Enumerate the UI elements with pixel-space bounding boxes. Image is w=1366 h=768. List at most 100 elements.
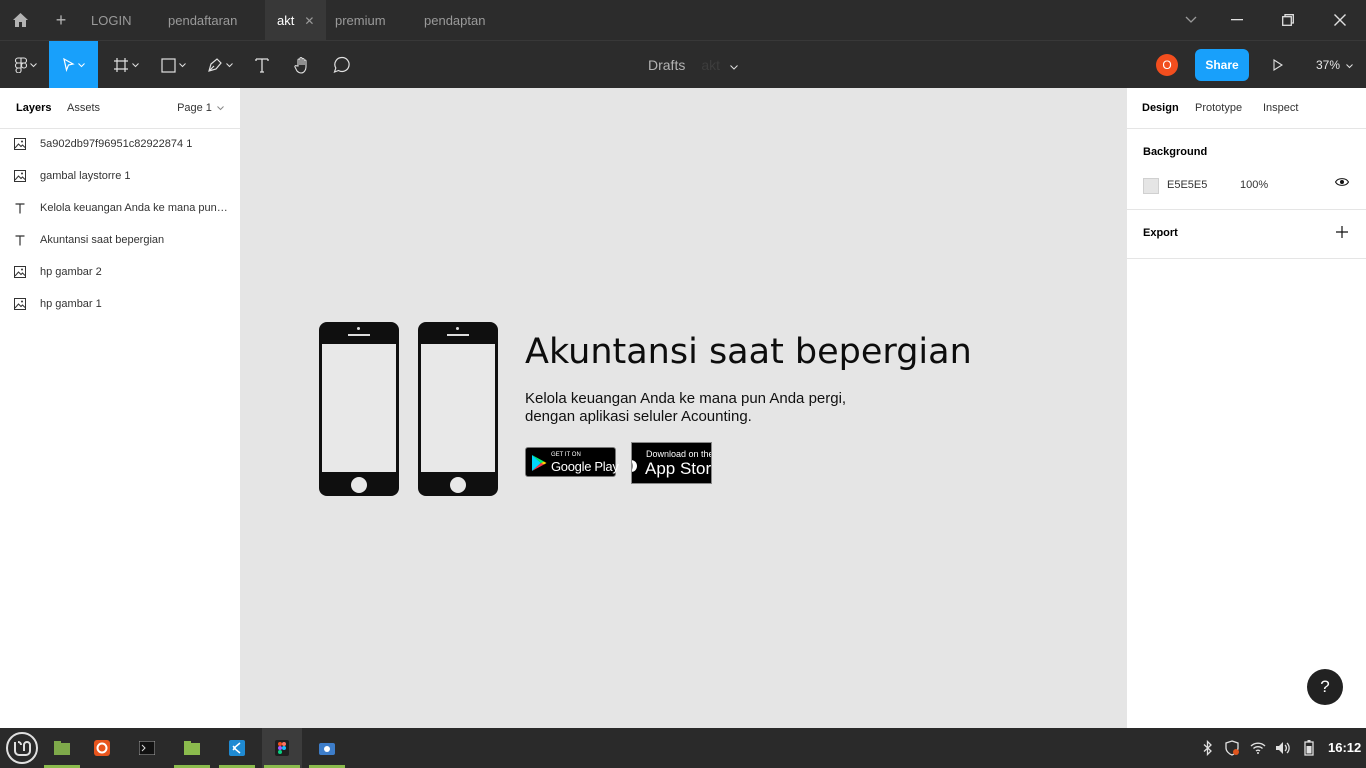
phone-image-2[interactable] (418, 322, 498, 496)
camera-icon (319, 743, 335, 755)
tab-design[interactable]: Design (1142, 88, 1179, 128)
background-color-swatch[interactable] (1143, 178, 1159, 194)
bluetooth-tray[interactable] (1196, 728, 1220, 768)
layer-item[interactable]: Akuntansi saat bepergian (0, 224, 240, 256)
taskbar-screenshot[interactable] (307, 728, 347, 768)
wifi-icon (1250, 742, 1266, 754)
eye-icon[interactable] (1335, 177, 1349, 187)
taskbar-files[interactable] (172, 728, 212, 768)
tab-assets[interactable]: Assets (67, 88, 100, 128)
layer-item[interactable]: hp gambar 2 (0, 256, 240, 288)
battery-icon (1304, 740, 1314, 756)
subtext[interactable]: Kelola keuangan Anda ke mana pun Anda pe… (525, 390, 846, 426)
taskbar-firefox[interactable] (82, 728, 122, 768)
layer-name: Kelola keuangan Anda ke mana pun Anda pe… (40, 202, 230, 214)
layer-item[interactable]: gambal laystorre 1 (0, 160, 240, 192)
plus-icon[interactable] (1335, 225, 1349, 239)
taskbar-terminal[interactable] (127, 728, 167, 768)
apple-icon (632, 460, 637, 472)
tab-pendaptan[interactable]: pendaptan (412, 0, 497, 40)
tab-label: pendaftaran (168, 13, 238, 28)
phone-image-1[interactable] (319, 322, 399, 496)
speaker-icon (1276, 742, 1290, 754)
headline-text[interactable]: Akuntansi saat bepergian (525, 332, 972, 372)
file-title[interactable]: Drafts akt (648, 41, 738, 89)
drafts-label[interactable]: Drafts (648, 57, 685, 73)
image-icon (14, 138, 26, 150)
zoom-dropdown[interactable]: 37% (1316, 41, 1354, 89)
avatar[interactable]: O (1156, 54, 1178, 76)
main-menu-button[interactable] (8, 41, 44, 89)
layer-item[interactable]: Kelola keuangan Anda ke mana pun Anda pe… (0, 192, 240, 224)
close-tab-icon[interactable]: ✕ (304, 14, 314, 28)
layer-name: 5a902db97f96951c82922874 1 (40, 138, 193, 150)
properties-panel: Design Prototype Inspect Background E5E5… (1126, 88, 1366, 728)
share-button[interactable]: Share (1195, 49, 1249, 81)
text-icon (15, 234, 25, 245)
layer-item[interactable]: hp gambar 1 (0, 288, 240, 320)
taskbar-figma[interactable] (262, 728, 302, 768)
chevron-down-icon (217, 106, 224, 111)
canvas[interactable]: Akuntansi saat bepergian Kelola keuangan… (241, 88, 1126, 728)
play-icon (1273, 59, 1283, 71)
start-menu-button[interactable] (2, 728, 42, 768)
app-store-badge[interactable]: Download on the App Store (631, 442, 712, 484)
background-hex-input[interactable]: E5E5E5 (1167, 179, 1207, 191)
restore-button[interactable] (1263, 0, 1313, 40)
taskbar-vscode[interactable] (217, 728, 257, 768)
tab-inspect[interactable]: Inspect (1263, 88, 1298, 128)
close-window-button[interactable] (1315, 0, 1365, 40)
folder-green-icon (54, 741, 70, 755)
help-button[interactable]: ? (1307, 669, 1343, 705)
tab-akt[interactable]: akt ✕ (265, 0, 326, 40)
page-selector[interactable]: Page 1 (177, 88, 224, 128)
tab-layers[interactable]: Layers (16, 88, 51, 128)
clock[interactable]: 16:12 (1328, 728, 1361, 768)
image-icon (14, 266, 26, 278)
taskbar-show-desktop[interactable] (42, 728, 82, 768)
vscode-icon (229, 740, 245, 756)
network-tray[interactable] (1246, 728, 1270, 768)
chevron-down-icon[interactable] (730, 65, 738, 70)
text-tool-button[interactable] (248, 41, 276, 89)
figma-logo-icon (15, 57, 27, 73)
minimize-icon (1231, 19, 1243, 21)
frame-tool-button[interactable] (106, 41, 146, 89)
google-play-badge[interactable]: GET IT ON Google Play (525, 447, 619, 477)
background-opacity-input[interactable]: 100% (1240, 179, 1268, 191)
layer-name: gambal laystorre 1 (40, 170, 131, 182)
volume-tray[interactable] (1271, 728, 1295, 768)
tab-pendaftaran[interactable]: pendaftaran (156, 0, 249, 40)
present-button[interactable] (1266, 41, 1290, 89)
update-manager-tray[interactable] (1220, 728, 1244, 768)
minimize-button[interactable] (1212, 0, 1262, 40)
tab-prototype[interactable]: Prototype (1195, 88, 1242, 128)
pen-tool-button[interactable] (200, 41, 240, 89)
chevron-down-icon (30, 62, 37, 67)
phone-screen (322, 344, 396, 472)
move-tool-button[interactable] (49, 41, 98, 89)
folder-icon (184, 741, 200, 755)
shape-tool-button[interactable] (153, 41, 193, 89)
tab-premium[interactable]: premium (323, 0, 398, 40)
zoom-value: 37% (1316, 58, 1341, 72)
cursor-icon (62, 58, 75, 72)
close-icon (1334, 14, 1346, 26)
restore-icon (1282, 14, 1294, 26)
background-section: Background E5E5E5 100% (1127, 129, 1366, 210)
tab-label: akt (277, 13, 295, 28)
image-icon (14, 298, 26, 310)
battery-tray[interactable] (1297, 728, 1321, 768)
tabs-dropdown-button[interactable] (1166, 0, 1216, 40)
layer-item[interactable]: 5a902db97f96951c82922874 1 (0, 128, 240, 160)
app-store-small-text: Download on the (646, 449, 712, 459)
new-tab-button[interactable]: + (42, 0, 80, 40)
right-panel-tabs: Design Prototype Inspect (1127, 88, 1366, 129)
file-name[interactable]: akt (701, 57, 720, 73)
comment-tool-button[interactable] (328, 41, 356, 89)
layer-name: hp gambar 2 (40, 266, 102, 278)
tab-label: pendaptan (424, 13, 486, 28)
home-button[interactable] (0, 0, 41, 40)
tab-login[interactable]: LOGIN (79, 0, 143, 40)
hand-tool-button[interactable] (288, 41, 316, 89)
